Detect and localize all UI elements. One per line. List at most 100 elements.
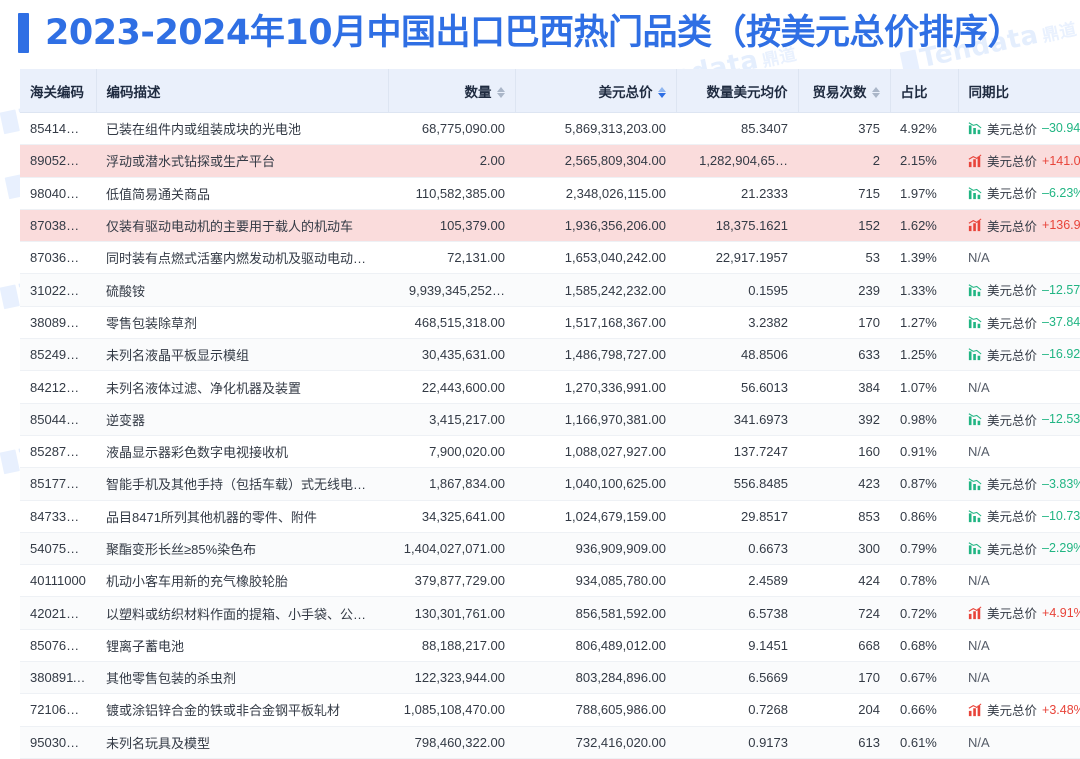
cell-yoy: 美元总价 –10.73% bbox=[958, 500, 1080, 533]
cell-hs_code: 38089119 bbox=[20, 661, 96, 695]
cell-usd_total: 1,585,242,232.00 bbox=[515, 273, 676, 307]
column-header-label: 占比 bbox=[900, 84, 928, 100]
cell-hs_code: 87038000 bbox=[20, 209, 96, 243]
column-header-trade_count[interactable]: 贸易次数 bbox=[798, 69, 891, 113]
table-row[interactable]: 84733090 品目8471所列其他机器的零件、附件 34,325,641.00 1… bbox=[20, 500, 1080, 533]
cell-share: 4.92% bbox=[890, 112, 958, 146]
yoy-na: N/A bbox=[968, 637, 990, 653]
yoy-value: –12.53% bbox=[1042, 412, 1080, 427]
cell-usd_total: 1,936,356,206.00 bbox=[515, 209, 676, 243]
yoy-metric-label: 美元总价 bbox=[987, 187, 1038, 202]
cell-share: 0.78% bbox=[890, 564, 958, 598]
yoy-value: –10.73% bbox=[1042, 508, 1080, 523]
cell-usd_total: 2,565,809,304.00 bbox=[515, 144, 676, 178]
column-header-quantity[interactable]: 数量 bbox=[388, 69, 516, 113]
yoy-value: –3.83% bbox=[1042, 476, 1080, 491]
column-header-description: 编码描述 bbox=[96, 69, 389, 113]
cell-unit_price: 22,917.1957 bbox=[676, 241, 798, 275]
yoy-value: –30.94% bbox=[1042, 121, 1080, 136]
table-row[interactable]: 85287222 液晶显示器彩色数字电视接收机 7,900,020.00 1,088,… bbox=[20, 435, 1080, 469]
cell-yoy: N/A bbox=[958, 241, 1080, 275]
cell-description: 未列名液晶平板显示模组 bbox=[96, 338, 388, 372]
cell-hs_code: 38089311 bbox=[20, 306, 96, 340]
cell-share: 0.68% bbox=[890, 629, 958, 663]
cell-share: 0.66% bbox=[890, 693, 958, 727]
cell-quantity: 105,379.00 bbox=[388, 209, 515, 243]
sort-toggle-trade_count[interactable] bbox=[871, 87, 880, 99]
yoy-metric-label: 美元总价 bbox=[987, 284, 1038, 299]
cell-usd_total: 803,284,896.00 bbox=[515, 661, 676, 695]
trend-down-icon bbox=[968, 348, 982, 361]
cell-unit_price: 21.2333 bbox=[676, 177, 798, 210]
yoy-indicator: 美元总价 +4.91% bbox=[968, 603, 1080, 622]
table-row[interactable]: 85414300 已装在组件内或组装成块的光电池 68,775,090.00 5,86… bbox=[20, 112, 1080, 146]
yoy-na: N/A bbox=[968, 379, 990, 395]
cell-quantity: 2.00 bbox=[388, 144, 515, 178]
table-row[interactable]: 54075200 聚酯变形长丝≥85%染色布 1,404,027,071.00 936… bbox=[20, 532, 1080, 566]
cell-description: 逆变器 bbox=[96, 403, 388, 436]
cell-unit_price: 0.1595 bbox=[676, 273, 798, 307]
trend-up-icon bbox=[968, 154, 982, 167]
yoy-value: +141.01% bbox=[1042, 153, 1080, 168]
sort-desc-icon bbox=[871, 93, 880, 99]
cell-trade_count: 170 bbox=[798, 306, 890, 340]
table-row[interactable]: 38089119 其他零售包装的杀虫剂 122,323,944.00 803,284,… bbox=[20, 661, 1080, 695]
table-row[interactable]: 84212990 未列名液体过滤、净化机器及装置 22,443,600.00 1,27… bbox=[20, 370, 1080, 404]
table-row[interactable]: 85249190 未列名液晶平板显示模组 30,435,631.00 1,486,79… bbox=[20, 338, 1080, 372]
cell-unit_price: 556.8485 bbox=[676, 467, 798, 501]
cell-usd_total: 5,869,313,203.00 bbox=[515, 112, 676, 146]
table-row[interactable]: 31022100 硫酸铵 9,939,345,252… 1,585,242,232.0… bbox=[20, 273, 1080, 307]
table-row[interactable]: 87038000 仅装有驱动电动机的主要用于载人的机动车 105,379.00 1,9… bbox=[20, 209, 1080, 243]
cell-unit_price: 2.4589 bbox=[676, 564, 798, 598]
cell-trade_count: 392 bbox=[798, 403, 890, 436]
table-row[interactable]: 98040000 低值简易通关商品 110,582,385.00 2,348,026,… bbox=[20, 177, 1080, 210]
cell-quantity: 72,131.00 bbox=[388, 241, 515, 275]
cell-quantity: 468,515,318.00 bbox=[388, 306, 515, 340]
column-header-usd_total[interactable]: 美元总价 bbox=[515, 69, 677, 113]
cell-trade_count: 300 bbox=[798, 532, 890, 566]
yoy-metric-label: 美元总价 bbox=[987, 478, 1038, 493]
cell-description: 未列名玩具及模型 bbox=[96, 726, 388, 759]
cell-trade_count: 724 bbox=[798, 596, 890, 630]
table-row[interactable]: 95030089 未列名玩具及模型 798,460,322.00 732,416,02… bbox=[20, 726, 1080, 759]
table-row[interactable]: 85177930 智能手机及其他手持（包括车载）式无线电话… 1,867,834.0… bbox=[20, 467, 1080, 501]
column-header-share: 占比 bbox=[890, 69, 959, 113]
cell-usd_total: 806,489,012.00 bbox=[515, 629, 676, 663]
table-row[interactable]: 87036023 同时装有点燃式活塞内燃发动机及驱动电动机… 72,131.00 1,… bbox=[20, 241, 1080, 275]
table-row[interactable]: 85044030 逆变器 3,415,217.00 1,166,970,381.00 3… bbox=[20, 403, 1080, 436]
cell-unit_price: 56.6013 bbox=[676, 370, 798, 404]
table-row[interactable]: 38089311 零售包装除草剂 468,515,318.00 1,517,168,3… bbox=[20, 306, 1080, 340]
cell-trade_count: 239 bbox=[798, 273, 890, 307]
sort-toggle-usd_total[interactable] bbox=[657, 87, 666, 99]
cell-quantity: 1,404,027,071.00 bbox=[388, 532, 515, 566]
column-header-hs_code: 海关编码 bbox=[20, 69, 97, 113]
cell-trade_count: 375 bbox=[798, 112, 890, 146]
cell-trade_count: 633 bbox=[798, 338, 890, 372]
table-row[interactable]: 42021290 以塑料或纺织材料作面的提箱、小手袋、公文… 130,301,761… bbox=[20, 596, 1080, 630]
cell-unit_price: 137.7247 bbox=[676, 435, 798, 469]
cell-quantity: 122,323,944.00 bbox=[388, 661, 515, 695]
yoy-indicator: 美元总价 +136.98% bbox=[968, 216, 1080, 235]
table-row[interactable]: 72106100 镀或涂铝锌合金的铁或非合金钢平板轧材 1,085,108,470.… bbox=[20, 693, 1080, 727]
table-row[interactable]: 40111000 机动小客车用新的充气橡胶轮胎 379,877,729.00 934,… bbox=[20, 564, 1080, 598]
table-row[interactable]: 85076000 锂离子蓄电池 88,188,217.00 806,489,012.0… bbox=[20, 629, 1080, 663]
cell-yoy: 美元总价 –12.57% bbox=[958, 273, 1080, 307]
cell-yoy: 美元总价 +4.91% bbox=[958, 596, 1080, 630]
cell-description: 聚酯变形长丝≥85%染色布 bbox=[96, 532, 388, 566]
table-row[interactable]: 89052000 浮动或潜水式钻探或生产平台 2.00 2,565,809,304.0… bbox=[20, 144, 1080, 178]
cell-trade_count: 853 bbox=[798, 500, 890, 533]
cell-share: 0.87% bbox=[890, 467, 958, 501]
yoy-na: N/A bbox=[968, 250, 990, 266]
cell-hs_code: 95030089 bbox=[20, 726, 96, 759]
cell-quantity: 110,582,385.00 bbox=[388, 177, 515, 210]
cell-description: 液晶显示器彩色数字电视接收机 bbox=[96, 435, 388, 469]
sort-toggle-quantity[interactable] bbox=[496, 87, 505, 99]
trend-down-icon bbox=[968, 510, 982, 523]
cell-yoy: N/A bbox=[958, 629, 1080, 663]
cell-unit_price: 1,282,904,65… bbox=[676, 144, 798, 178]
table-container: 海关编码 编码描述 数量 美元总价 数量美元均价 贸易次数 占比 同期比 85414300 已装… bbox=[20, 69, 1080, 759]
cell-hs_code: 85177930 bbox=[20, 467, 96, 501]
cell-hs_code: 85249190 bbox=[20, 338, 96, 372]
yoy-indicator: 美元总价 –16.92% bbox=[968, 345, 1080, 364]
cell-unit_price: 0.6673 bbox=[676, 532, 798, 566]
